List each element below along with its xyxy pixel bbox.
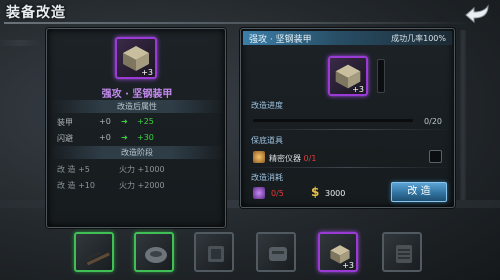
- material-count: 0/5: [271, 189, 284, 198]
- stat-current: +0: [99, 117, 111, 126]
- arrow-right-icon: ➜: [121, 133, 128, 142]
- back-button[interactable]: [462, 2, 492, 26]
- progress-count: 0/20: [424, 117, 442, 126]
- helmet-icon: [145, 247, 167, 263]
- protect-item-count: 0/1: [303, 154, 317, 163]
- page-title: 装备改造: [6, 5, 66, 21]
- upgrade-progress-bar: [253, 119, 413, 122]
- precision-instrument-icon: [253, 151, 265, 163]
- stat-name: 闪避: [57, 134, 73, 143]
- backpack-icon: [396, 245, 412, 263]
- inventory-slot[interactable]: [194, 232, 234, 272]
- protect-item: 精密仪器 0/1: [269, 153, 316, 164]
- enhance-level-badge: +3: [342, 261, 354, 270]
- inventory-slot[interactable]: [74, 232, 114, 272]
- enhance-level-badge: +3: [352, 85, 364, 94]
- item-info-panel: +3 强攻 · 坚钢装甲 改造后属性 装甲 +0 ➜ +25 闪避 +0 ➜ +…: [46, 28, 226, 228]
- use-protect-item-checkbox[interactable]: [429, 150, 442, 163]
- stat-new: +25: [137, 117, 154, 126]
- enhance-level-badge: +3: [141, 68, 153, 77]
- progress-label: 改造进度: [251, 101, 283, 110]
- empty-slot-indicator: [377, 59, 385, 93]
- inventory-slot[interactable]: [382, 232, 422, 272]
- item-name: 强攻 · 坚钢装甲: [101, 89, 173, 100]
- inventory-slot[interactable]: [134, 232, 174, 272]
- stage-row: 改 造 +10 火力 +2000: [57, 180, 217, 192]
- gold-cost: 3000: [325, 189, 346, 198]
- stat-name: 装甲: [57, 118, 73, 127]
- header: 装备改造: [0, 0, 500, 26]
- upgrade-item-name: 强攻 · 坚钢装甲: [249, 35, 312, 45]
- stat-new: +30: [137, 133, 154, 142]
- stat-current: +0: [99, 133, 111, 142]
- divider: [245, 129, 452, 130]
- boots-icon: [269, 247, 287, 261]
- chest-armor-icon: [208, 246, 224, 262]
- protect-item-name: 精密仪器: [269, 154, 301, 163]
- upgrade-panel: 强攻 · 坚钢装甲 成功几率100% +3 改造进度 0/20 保底道具 精密仪…: [240, 28, 455, 208]
- inventory-slot[interactable]: [256, 232, 296, 272]
- inventory-slot-selected[interactable]: +3: [318, 232, 358, 272]
- stat-row: 装甲 +0 ➜ +25: [57, 117, 217, 129]
- upgrade-button[interactable]: 改 造: [391, 182, 447, 202]
- header-divider: [4, 22, 474, 24]
- stage-level: 改 造 +10: [57, 181, 95, 190]
- after-attributes-header: 改造后属性: [51, 100, 223, 113]
- stage-level: 改 造 +5: [57, 165, 90, 174]
- success-rate: 成功几率100%: [391, 34, 446, 43]
- back-arrow-icon: [465, 4, 489, 24]
- stage-row: 改 造 +5 火力 +1000: [57, 164, 217, 176]
- divider: [245, 167, 452, 168]
- protect-item-label: 保底道具: [251, 136, 283, 145]
- background-pipe: [460, 30, 466, 200]
- stage-header: 改造阶段: [51, 146, 223, 159]
- upgrade-item-slot[interactable]: +3: [328, 56, 368, 96]
- stat-row: 闪避 +0 ➜ +30: [57, 133, 217, 145]
- equipment-slot[interactable]: +3: [115, 37, 157, 79]
- cost-label: 改造消耗: [251, 173, 283, 182]
- background-pipe: [0, 40, 40, 46]
- rifle-icon: [86, 251, 110, 266]
- material-count-value: 0/5: [271, 189, 284, 198]
- upgrade-title-bar: 强攻 · 坚钢装甲 成功几率100%: [243, 31, 452, 45]
- arrow-right-icon: ➜: [121, 117, 128, 126]
- material-gem-icon: [253, 187, 265, 199]
- stage-bonus: 火力 +2000: [119, 181, 165, 190]
- gold-coin-icon: $: [311, 185, 320, 199]
- stage-bonus: 火力 +1000: [119, 165, 165, 174]
